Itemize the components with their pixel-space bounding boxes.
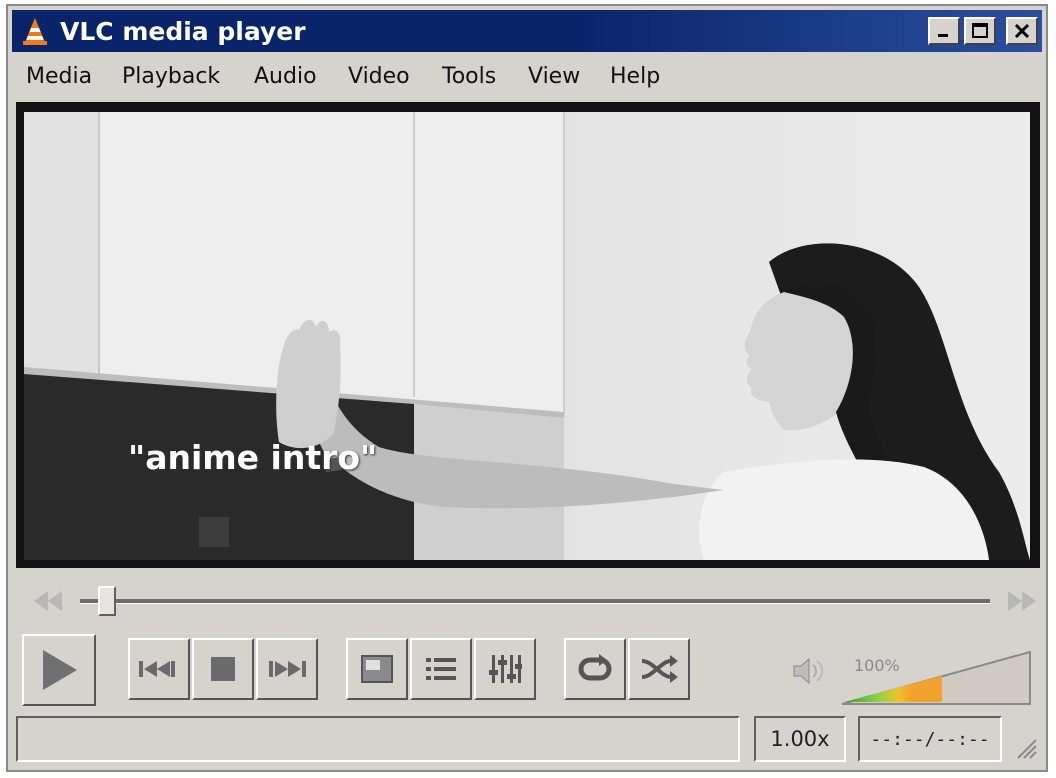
maximize-button[interactable] <box>964 17 996 45</box>
stop-button[interactable] <box>192 638 254 700</box>
playlist-button[interactable] <box>410 638 472 700</box>
playback-speed[interactable]: 1.00x <box>754 716 846 762</box>
status-message <box>16 716 740 762</box>
loop-icon <box>578 654 612 681</box>
video-frame: "anime intro" <box>16 102 1040 568</box>
close-icon <box>1014 23 1030 39</box>
shuffle-button[interactable] <box>628 638 690 700</box>
fullscreen-icon <box>361 655 393 683</box>
vlc-window: VLC media player Media Playback Audio Vi… <box>6 4 1048 772</box>
stop-icon <box>211 657 235 681</box>
status-bar: 1.00x --:--/--:-- <box>16 714 1040 766</box>
maximize-icon <box>972 23 988 38</box>
fast-forward-icon[interactable] <box>1004 588 1040 614</box>
play-icon <box>43 650 77 690</box>
seek-track[interactable] <box>80 599 990 604</box>
menu-view[interactable]: View <box>528 64 580 89</box>
rewind-icon[interactable] <box>30 588 66 614</box>
subtitle-text: "anime intro" <box>128 438 378 477</box>
play-button[interactable] <box>22 634 96 706</box>
seek-slider-handle[interactable] <box>98 586 117 616</box>
menu-audio[interactable]: Audio <box>254 64 317 89</box>
loop-button[interactable] <box>564 638 626 700</box>
vlc-cone-icon <box>23 18 47 45</box>
seek-row <box>16 578 1040 622</box>
playlist-icon <box>426 658 456 680</box>
minimize-icon <box>938 34 948 37</box>
fullscreen-button[interactable] <box>346 638 408 700</box>
previous-icon <box>139 661 175 677</box>
previous-button[interactable] <box>128 638 190 700</box>
menu-media[interactable]: Media <box>26 64 92 89</box>
menu-video[interactable]: Video <box>348 64 410 89</box>
title-bar[interactable]: VLC media player <box>12 10 1042 52</box>
close-button[interactable] <box>1006 17 1038 45</box>
minimize-button[interactable] <box>928 17 960 45</box>
volume-level-fill <box>844 676 942 702</box>
equalizer-icon <box>489 655 522 683</box>
video-frame-image <box>24 112 1030 560</box>
time-display[interactable]: --:--/--:-- <box>858 716 1002 762</box>
menu-playback[interactable]: Playback <box>122 64 220 89</box>
resize-grip-icon[interactable] <box>1014 736 1038 760</box>
extended-settings-button[interactable] <box>474 638 536 700</box>
window-title: VLC media player <box>60 17 306 46</box>
next-button[interactable] <box>256 638 318 700</box>
menu-bar: Media Playback Audio Video Tools View He… <box>12 56 1042 96</box>
menu-tools[interactable]: Tools <box>442 64 496 89</box>
speaker-icon[interactable] <box>792 656 828 686</box>
menu-help[interactable]: Help <box>610 64 660 89</box>
video-display[interactable]: "anime intro" <box>24 112 1030 560</box>
shuffle-icon <box>641 655 678 683</box>
volume-slider[interactable] <box>838 648 1034 708</box>
next-icon <box>269 661 306 677</box>
